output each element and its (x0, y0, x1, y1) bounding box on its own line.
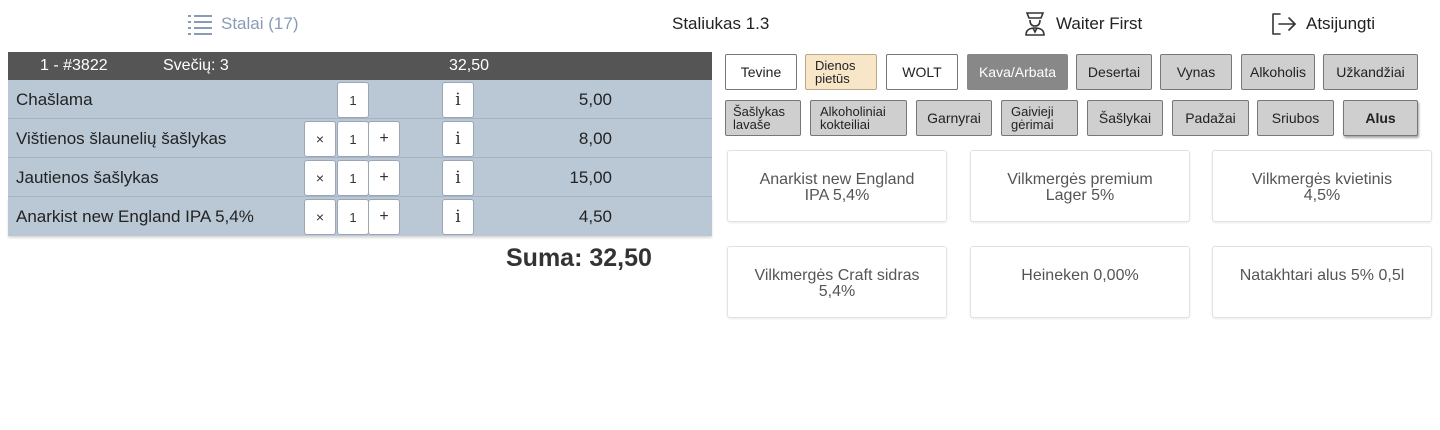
info-button[interactable]: i (442, 199, 474, 235)
tables-label: Stalai (17) (221, 14, 299, 33)
category-padazai[interactable]: Padažai (1172, 100, 1249, 136)
item-name: Vištienos šlaunelių šašlykas (16, 129, 227, 148)
product-name-line2: IPA 5,4% (804, 187, 870, 204)
quantity-field[interactable]: 1 (337, 160, 369, 196)
category-saslykai[interactable]: Šašlykai (1087, 100, 1163, 136)
product-card[interactable]: Vilkmergės premium Lager 5% (970, 150, 1190, 222)
remove-button[interactable]: × (304, 199, 336, 235)
order-row: Vištienos šlaunelių šašlykas × 1 + i 8,0… (8, 119, 712, 158)
category-tevine[interactable]: Tevine (725, 54, 797, 90)
category-dienos-pietus[interactable]: Dienos pietūs (805, 54, 877, 90)
product-name-line1: Anarkist new England (759, 171, 915, 188)
logout-link[interactable]: Atsijungti (1270, 12, 1375, 36)
increase-button[interactable]: + (368, 121, 400, 157)
list-icon (188, 15, 212, 35)
product-card[interactable]: Vilkmergės Craft sidras 5,4% (727, 246, 947, 318)
order-row: Anarkist new England IPA 5,4% × 1 + i 4,… (8, 197, 712, 236)
order-header: 1 - #3822 Svečių: 3 32,50 (8, 52, 712, 80)
category-sriubos[interactable]: Sriubos (1257, 100, 1334, 136)
increase-button[interactable]: + (368, 199, 400, 235)
product-name-line2: Lager 5% (1045, 187, 1115, 204)
item-name: Anarkist new England IPA 5,4% (16, 207, 254, 226)
category-vynas[interactable]: Vynas (1160, 54, 1232, 90)
item-price: 15,00 (569, 168, 612, 187)
order-id: 1 - #3822 (40, 57, 108, 74)
product-name-line2: 5,4% (818, 283, 856, 300)
info-button[interactable]: i (442, 82, 474, 118)
product-card[interactable]: Anarkist new England IPA 5,4% (727, 150, 947, 222)
quantity-field[interactable]: 1 (337, 121, 369, 157)
remove-button[interactable]: × (304, 160, 336, 196)
category-uzkandziai[interactable]: Užkandžiai (1323, 54, 1418, 90)
category-desertai[interactable]: Desertai (1076, 54, 1152, 90)
product-card[interactable]: Heineken 0,00% (970, 246, 1190, 318)
quantity-field[interactable]: 1 (337, 199, 369, 235)
page-title: Staliukas 1.3 (672, 14, 770, 33)
product-name-line1: Heineken 0,00% (1021, 267, 1139, 284)
info-button[interactable]: i (442, 121, 474, 157)
top-bar: Stalai (17) Staliukas 1.3 Waiter First A… (0, 0, 1440, 48)
item-price: 5,00 (578, 90, 612, 109)
category-saslykas-lavase[interactable]: Šašlykas lavaše (725, 100, 801, 136)
category-alkoholis[interactable]: Alkoholis (1241, 54, 1315, 90)
category-wolt[interactable]: WOLT (886, 54, 958, 90)
increase-button[interactable]: + (368, 160, 400, 196)
order-total: 32,50 (449, 57, 490, 74)
logout-icon (1272, 13, 1296, 35)
tables-link[interactable]: Stalai (17) (188, 12, 298, 36)
product-name-line1: Vilkmergės kvietinis (1251, 171, 1393, 188)
product-card[interactable]: Natakhtari alus 5% 0,5l (1212, 246, 1432, 318)
product-name-line1: Vilkmergės premium (1007, 171, 1153, 188)
item-name: Jautienos šašlykas (16, 168, 159, 187)
quantity-field[interactable]: 1 (337, 82, 369, 118)
item-name: Chašlama (16, 90, 93, 109)
logout-label: Atsijungti (1306, 14, 1375, 33)
order-table: 1 - #3822 Svečių: 3 32,50 Chašlama 1 i 5… (8, 52, 712, 236)
product-name-line1: Natakhtari alus 5% 0,5l (1239, 267, 1405, 284)
category-alkoholiniai-kokteiliai[interactable]: Alkoholiniai kokteiliai (810, 100, 907, 136)
order-row: Chašlama 1 i 5,00 (8, 80, 712, 119)
category-kava-arbata[interactable]: Kava/Arbata (967, 54, 1068, 90)
order-sum: Suma: 32,50 (506, 244, 652, 272)
waiter-icon (1025, 12, 1045, 36)
waiter-info: Waiter First (1024, 12, 1142, 36)
product-name-line2: 4,5% (1303, 187, 1341, 204)
item-price: 8,00 (578, 129, 612, 148)
waiter-name: Waiter First (1056, 14, 1143, 33)
guest-count: Svečių: 3 (163, 57, 229, 74)
product-card[interactable]: Vilkmergės kvietinis 4,5% (1212, 150, 1432, 222)
info-button[interactable]: i (442, 160, 474, 196)
order-row: Jautienos šašlykas × 1 + i 15,00 (8, 158, 712, 197)
remove-button[interactable]: × (304, 121, 336, 157)
category-alus[interactable]: Alus (1343, 100, 1418, 136)
category-garnyrai[interactable]: Garnyrai (916, 100, 992, 136)
product-name-line1: Vilkmergės Craft sidras (754, 267, 920, 284)
category-gaivieji-gerimai[interactable]: Gaivieji gėrimai (1001, 100, 1078, 136)
item-price: 4,50 (578, 207, 612, 226)
